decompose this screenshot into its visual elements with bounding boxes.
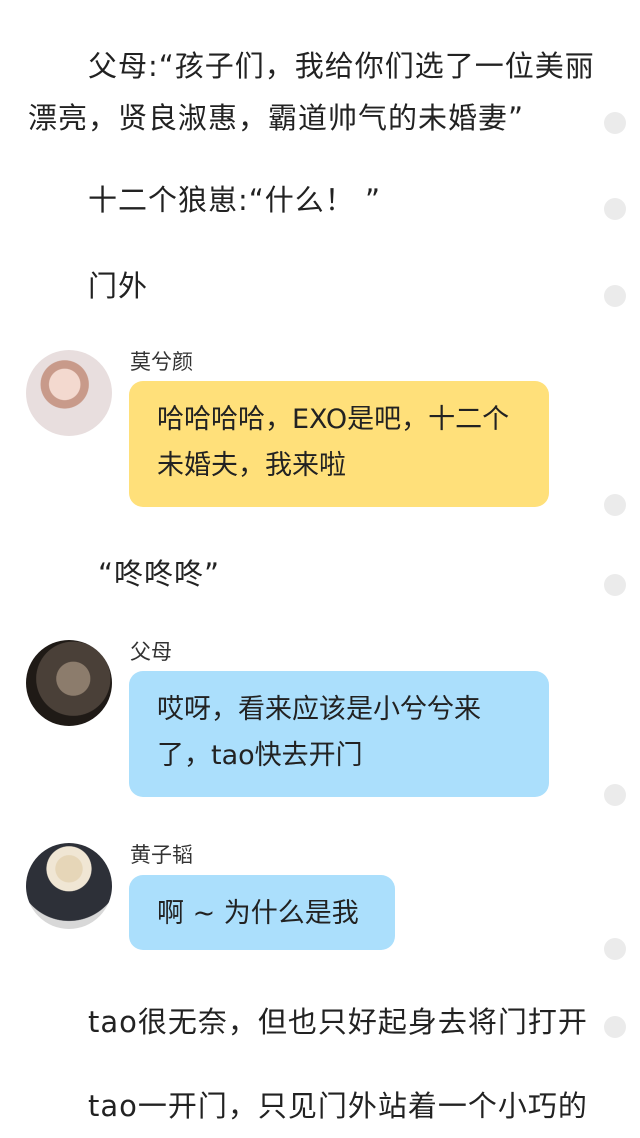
story-paragraph: tao很无奈，但也只好起身去将门打开 — [88, 1005, 588, 1039]
sender-name: 莫兮颜 — [130, 350, 193, 374]
avatar-huangzitao[interactable] — [26, 843, 112, 929]
story-paragraph: 门外 — [88, 269, 149, 303]
avatar-parents[interactable] — [26, 640, 112, 726]
story-paragraph: “咚咚咚” — [98, 557, 221, 591]
story-paragraph: 父母:“孩子们，我给你们选了一位美丽漂亮，贤良淑惠，霸道帅气的未婚妻” — [28, 49, 595, 135]
avatar-moxiyan[interactable] — [26, 350, 112, 436]
comment-dot-icon[interactable] — [604, 494, 626, 516]
sender-name: 黄子韬 — [130, 843, 193, 867]
story-paragraph: 十二个狼崽:“什么！ ” — [88, 183, 382, 217]
comment-dot-icon[interactable] — [604, 938, 626, 960]
comment-dot-icon[interactable] — [604, 285, 626, 307]
comment-dot-icon[interactable] — [604, 198, 626, 220]
comment-dot-icon[interactable] — [604, 1016, 626, 1038]
chat-bubble[interactable]: 哈哈哈哈，EXO是吧，十二个未婚夫，我来啦 — [129, 381, 549, 507]
chat-bubble[interactable]: 哎呀，看来应该是小兮兮来了，tao快去开门 — [129, 671, 549, 797]
comment-dot-icon[interactable] — [604, 574, 626, 596]
chat-bubble[interactable]: 啊 ~ 为什么是我 — [129, 875, 395, 950]
sender-name: 父母 — [130, 640, 172, 664]
comment-dot-icon[interactable] — [604, 784, 626, 806]
comment-dot-icon[interactable] — [604, 112, 626, 134]
story-paragraph: tao一开门，只见门外站着一个小巧的 — [88, 1089, 588, 1123]
